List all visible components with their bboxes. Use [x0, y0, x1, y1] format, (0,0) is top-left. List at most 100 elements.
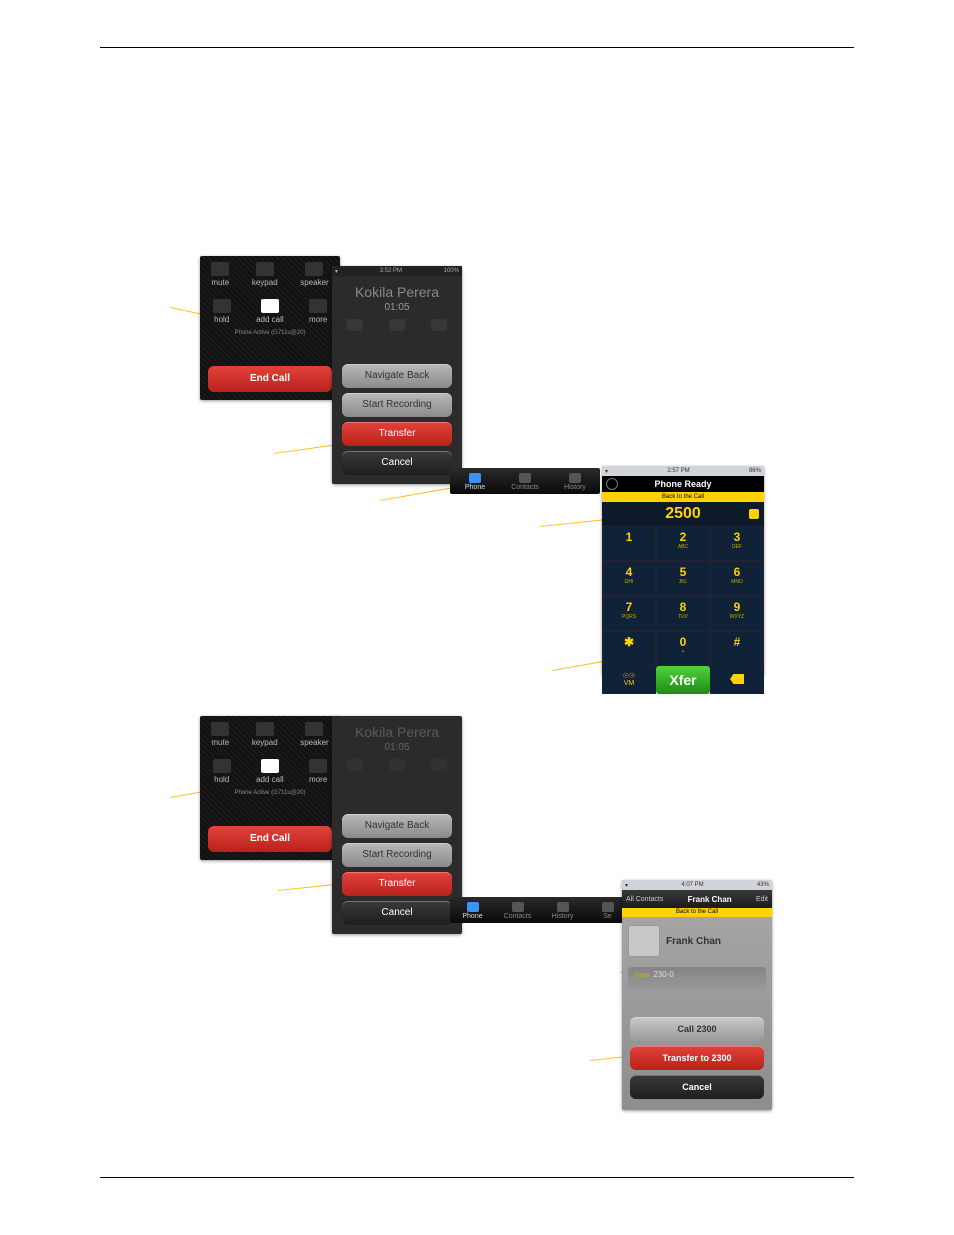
- phone-icon: [469, 473, 481, 483]
- key-0[interactable]: 0+: [656, 631, 710, 666]
- keypad-label: keypad: [252, 278, 278, 287]
- keypad-icon: [389, 759, 405, 771]
- cancel-button[interactable]: Cancel: [342, 451, 452, 475]
- transfer-button[interactable]: Transfer: [342, 872, 452, 896]
- tab-history[interactable]: History: [540, 900, 585, 920]
- keypad-icon: [256, 262, 274, 276]
- cancel-button[interactable]: Cancel: [630, 1075, 764, 1099]
- key-3[interactable]: 3DEF: [710, 526, 764, 561]
- voicemail-icon: ☉☉: [623, 673, 636, 680]
- history-icon: [569, 473, 581, 483]
- callout-arrow: [380, 486, 459, 501]
- addcall-button[interactable]: add call: [256, 759, 284, 784]
- all-contacts-button[interactable]: All Contacts: [626, 896, 663, 903]
- tab-label: Se: [603, 913, 612, 920]
- tab-label: Contacts: [504, 913, 532, 920]
- key-7[interactable]: 7PQRS: [602, 596, 656, 631]
- key-5[interactable]: 5JKL: [656, 561, 710, 596]
- backspace-icon: [730, 674, 744, 684]
- more-button[interactable]: more: [309, 759, 327, 784]
- start-recording-button[interactable]: Start Recording: [342, 843, 452, 867]
- keypad-button[interactable]: keypad: [252, 262, 278, 287]
- hold-button[interactable]: hold: [213, 759, 231, 784]
- keypad-button[interactable]: keypad: [252, 722, 278, 747]
- call-duration: 01:05: [332, 742, 462, 753]
- transfer-button[interactable]: Transfer: [342, 422, 452, 446]
- voicemail-button[interactable]: ☉☉VM: [602, 666, 656, 694]
- phone-field[interactable]: main 230-0: [628, 967, 766, 991]
- call-number-button[interactable]: Call 2300: [630, 1017, 764, 1041]
- speaker-button[interactable]: speaker: [300, 262, 328, 287]
- tab-bar: Phone Contacts History: [450, 468, 600, 494]
- tab-history[interactable]: History: [550, 471, 600, 491]
- start-recording-button[interactable]: Start Recording: [342, 393, 452, 417]
- key-8[interactable]: 8TUV: [656, 596, 710, 631]
- addcall-button[interactable]: add call: [256, 299, 284, 324]
- keypad-icon: [256, 722, 274, 736]
- more-button[interactable]: more: [309, 299, 327, 324]
- key-2[interactable]: 2ABC: [656, 526, 710, 561]
- speaker-button[interactable]: speaker: [300, 722, 328, 747]
- xfer-button[interactable]: Xfer: [656, 666, 710, 694]
- back-to-call-bar[interactable]: Back to the Call: [602, 492, 764, 502]
- edit-button[interactable]: Edit: [756, 896, 768, 903]
- more-actionsheet: Kokila Perera 01:05 Navigate Back Start …: [332, 716, 462, 934]
- field-label: main: [634, 972, 649, 979]
- mute-icon: [211, 722, 229, 736]
- contact-screen: ▾4:07 PM43% All Contacts Frank Chan Edit…: [622, 880, 772, 1110]
- plus-icon: [261, 299, 279, 313]
- status-bar: ▾3:52 PM100%: [332, 266, 462, 276]
- gear-icon[interactable]: [606, 478, 618, 490]
- tab-phone[interactable]: Phone: [450, 471, 500, 491]
- keypad-label: keypad: [252, 738, 278, 747]
- key-star[interactable]: ✱: [602, 631, 656, 666]
- hold-button[interactable]: hold: [213, 299, 231, 324]
- more-icon: [309, 759, 327, 773]
- tab-label: Phone: [465, 484, 485, 491]
- key-6[interactable]: 6MNO: [710, 561, 764, 596]
- hold-icon: [213, 759, 231, 773]
- tab-contacts[interactable]: Contacts: [500, 471, 550, 491]
- transfer-to-button[interactable]: Transfer to 2300: [630, 1046, 764, 1070]
- back-to-call-bar[interactable]: Back to the Call: [622, 908, 772, 917]
- contacts-icon: [519, 473, 531, 483]
- tab-label: History: [552, 913, 574, 920]
- tab-phone[interactable]: Phone: [450, 900, 495, 920]
- speaker-label: speaker: [300, 738, 328, 747]
- caller-name: Kokila Perera: [332, 724, 462, 740]
- dialer-screen: ▾2:57 PM86% Phone Ready Back to the Call…: [602, 466, 764, 676]
- backspace-button[interactable]: [710, 666, 764, 694]
- mute-button[interactable]: mute: [211, 722, 229, 747]
- endcall-button[interactable]: End Call: [208, 826, 332, 852]
- incall-screen: mute keypad speaker hold add call more P…: [200, 716, 340, 860]
- mute-icon: [347, 759, 363, 771]
- endcall-button[interactable]: End Call: [208, 366, 332, 392]
- more-icon: [309, 299, 327, 313]
- tab-bar: Phone Contacts History Se: [450, 897, 630, 923]
- key-hash[interactable]: #: [710, 631, 764, 666]
- more-label: more: [309, 775, 327, 784]
- more-label: more: [309, 315, 327, 324]
- tab-label: Contacts: [511, 484, 539, 491]
- key-1[interactable]: 1: [602, 526, 656, 561]
- tab-contacts[interactable]: Contacts: [495, 900, 540, 920]
- navigate-back-button[interactable]: Navigate Back: [342, 814, 452, 838]
- call-status: Phone Active (G711u@20): [200, 330, 340, 336]
- status-bar: ▾4:07 PM43%: [622, 880, 772, 890]
- clear-icon[interactable]: [749, 509, 759, 519]
- cancel-button[interactable]: Cancel: [342, 901, 452, 925]
- gear-icon: [602, 902, 614, 912]
- field-value: 230-0: [653, 970, 673, 979]
- tab-label: History: [564, 484, 586, 491]
- key-4[interactable]: 4GHI: [602, 561, 656, 596]
- navigate-back-button[interactable]: Navigate Back: [342, 364, 452, 388]
- speaker-label: speaker: [300, 278, 328, 287]
- plus-icon: [261, 759, 279, 773]
- contact-title: Frank Chan: [688, 895, 732, 904]
- key-9[interactable]: 9WXYZ: [710, 596, 764, 631]
- mute-icon: [211, 262, 229, 276]
- mute-button[interactable]: mute: [211, 262, 229, 287]
- addcall-label: add call: [256, 775, 284, 784]
- speaker-icon: [431, 319, 447, 331]
- speaker-icon: [305, 262, 323, 276]
